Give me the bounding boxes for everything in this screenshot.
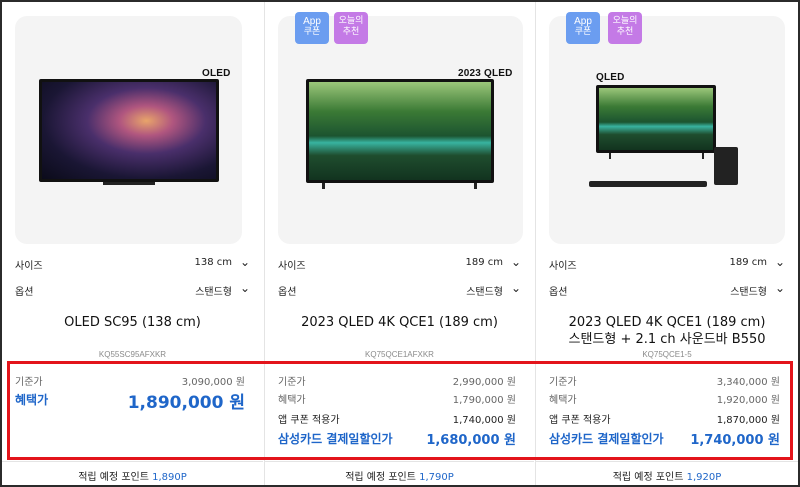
size-value: 189 cm (465, 257, 503, 268)
size-label: 사이즈 (278, 261, 306, 272)
tv-stand-right (702, 153, 704, 159)
points-label: 적립 예정 포인트 (612, 472, 684, 483)
brand-mark: QLED (596, 72, 625, 83)
points-label: 적립 예정 포인트 (78, 472, 149, 483)
chevron-down-icon[interactable]: ⌄ (775, 255, 785, 269)
tv-stand-right (474, 183, 477, 189)
chevron-down-icon[interactable]: ⌄ (511, 255, 521, 269)
today-recommend-badge: 오늘의 추천 (334, 12, 368, 44)
size-value: 189 cm (729, 257, 767, 268)
option-value: 스탠드형 (730, 287, 767, 298)
points-value: 1,790P (419, 472, 454, 483)
today-recommend-badge: 오늘의 추천 (608, 12, 642, 44)
size-label: 사이즈 (549, 261, 577, 272)
size-selector[interactable]: 사이즈 189 cm ⌄ (278, 255, 521, 273)
tv-screen-image (306, 79, 494, 183)
divider (265, 461, 534, 462)
divider (536, 461, 798, 462)
option-selector[interactable]: 옵션 스탠드형 ⌄ (15, 281, 250, 299)
chevron-down-icon[interactable]: ⌄ (240, 255, 250, 269)
product-title[interactable]: OLED SC95 (138 cm) (2, 314, 263, 331)
product-title[interactable]: 2023 QLED 4K QCE1 (189 cm) 스탠드형 + 2.1 ch… (536, 314, 798, 348)
app-coupon-badge: App 쿠폰 (295, 12, 329, 44)
points-label: 적립 예정 포인트 (345, 472, 416, 483)
subwoofer-image (714, 147, 738, 185)
reward-points: 적립 예정 포인트 1,920P (536, 468, 798, 483)
product-title-line1: 2023 QLED 4K QCE1 (189 cm) (568, 315, 766, 330)
reward-points: 적립 예정 포인트 1,890P (2, 468, 263, 483)
tv-screen-image (39, 79, 219, 182)
points-value: 1,890P (152, 472, 187, 483)
model-code: KQ55SC95AFXKR (98, 350, 167, 359)
product-title[interactable]: 2023 QLED 4K QCE1 (189 cm) (265, 314, 534, 331)
option-label: 옵션 (549, 287, 568, 298)
size-selector[interactable]: 사이즈 189 cm ⌄ (549, 255, 785, 273)
option-selector[interactable]: 옵션 스탠드형 ⌄ (549, 281, 785, 299)
product-image[interactable]: OLED (15, 16, 242, 244)
product-image[interactable]: QLED (549, 16, 785, 244)
divider (2, 461, 263, 462)
tv-stand-left (322, 183, 325, 189)
reward-points: 적립 예정 포인트 1,790P (265, 468, 534, 483)
chevron-down-icon[interactable]: ⌄ (775, 281, 785, 295)
model-code: KQ75QCE1AFXKR (365, 350, 434, 359)
option-label: 옵션 (278, 287, 297, 298)
soundbar-image (589, 181, 707, 187)
tv-screen-image (596, 85, 716, 153)
option-selector[interactable]: 옵션 스탠드형 ⌄ (278, 281, 521, 299)
product-title-line2: 스탠드형 + 2.1 ch 사운드바 B550 (568, 332, 766, 347)
brand-mark: 2023 QLED (458, 68, 513, 79)
size-value: 138 cm (194, 257, 232, 268)
option-value: 스탠드형 (195, 287, 232, 298)
chevron-down-icon[interactable]: ⌄ (240, 281, 250, 295)
option-value: 스탠드형 (466, 287, 503, 298)
size-label: 사이즈 (15, 261, 43, 272)
points-value: 1,920P (686, 472, 722, 483)
app-coupon-badge: App 쿠폰 (566, 12, 600, 44)
brand-mark: OLED (202, 68, 231, 79)
tv-stand (103, 182, 155, 185)
chevron-down-icon[interactable]: ⌄ (511, 281, 521, 295)
product-image[interactable]: 2023 QLED (278, 16, 523, 244)
option-label: 옵션 (15, 287, 34, 298)
price-highlight-box (7, 361, 793, 460)
model-code: KQ75QCE1-5 (642, 350, 692, 359)
size-selector[interactable]: 사이즈 138 cm ⌄ (15, 255, 250, 273)
tv-stand-left (609, 153, 611, 159)
